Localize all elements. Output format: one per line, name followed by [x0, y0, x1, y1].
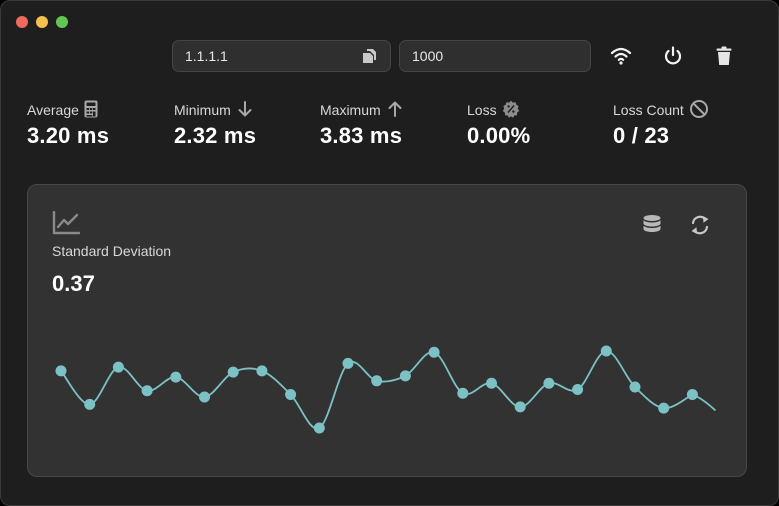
stat-average: Average 3.20 ms [27, 100, 110, 149]
stat-loss: Loss 0.00% [467, 100, 531, 149]
arrow-down-icon [236, 100, 254, 121]
window-controls [16, 16, 68, 28]
stat-value: 2.32 ms [174, 123, 257, 148]
std-deviation-chart [55, 345, 717, 434]
stat-label: Minimum [174, 102, 231, 118]
data-point [199, 391, 210, 403]
wifi-icon[interactable] [607, 42, 635, 70]
data-point [399, 370, 411, 382]
data-point [170, 371, 182, 383]
data-point [514, 401, 526, 413]
app-window: 1.1.1.1 1000 Average 3.20 ms Minimum 2.3… [0, 0, 779, 506]
host-input[interactable]: 1.1.1.1 [172, 40, 391, 72]
stat-loss-count: Loss Count 0 / 23 [613, 99, 709, 149]
data-point [112, 361, 124, 373]
zoom-window-button[interactable] [56, 16, 68, 28]
stat-label: Maximum [320, 102, 381, 118]
data-point [457, 387, 469, 399]
calculator-icon [84, 100, 98, 121]
data-point [285, 388, 297, 400]
stat-minimum: Minimum 2.32 ms [174, 100, 257, 149]
percent-badge-icon [502, 100, 520, 121]
data-point [313, 422, 325, 434]
data-point [342, 357, 354, 369]
interval-input[interactable]: 1000 [399, 40, 591, 72]
minimize-window-button[interactable] [36, 16, 48, 28]
stat-maximum: Maximum 3.83 ms [320, 101, 404, 149]
data-point [600, 345, 612, 357]
host-input-value: 1.1.1.1 [185, 48, 228, 64]
stat-label: Loss [467, 102, 497, 118]
stat-value: 0.00% [467, 123, 531, 148]
data-point [256, 365, 268, 377]
data-point [658, 402, 670, 414]
data-point [141, 385, 153, 397]
copy-icon[interactable] [360, 47, 378, 65]
stat-label: Loss Count [613, 102, 684, 118]
trash-icon[interactable] [710, 42, 738, 70]
data-point [428, 346, 440, 358]
series-points [55, 345, 698, 434]
data-point [543, 377, 555, 389]
data-point [371, 375, 383, 387]
arrow-up-icon [386, 100, 404, 121]
stat-value: 3.20 ms [27, 123, 110, 148]
data-point [686, 388, 698, 400]
data-point [486, 377, 497, 389]
data-point [572, 384, 584, 395]
power-icon[interactable] [659, 42, 687, 70]
stat-value: 3.83 ms [320, 123, 403, 148]
data-point [55, 365, 67, 377]
data-point [84, 398, 96, 410]
interval-input-value: 1000 [412, 48, 444, 64]
close-window-button[interactable] [16, 16, 28, 28]
stat-value: 0 / 23 [613, 123, 670, 148]
data-point [629, 381, 641, 393]
std-deviation-card: Standard Deviation 0.37 [27, 184, 747, 477]
prohibited-icon [689, 99, 709, 122]
stat-label: Average [27, 102, 79, 118]
data-point [227, 366, 239, 378]
series-line [60, 350, 717, 430]
